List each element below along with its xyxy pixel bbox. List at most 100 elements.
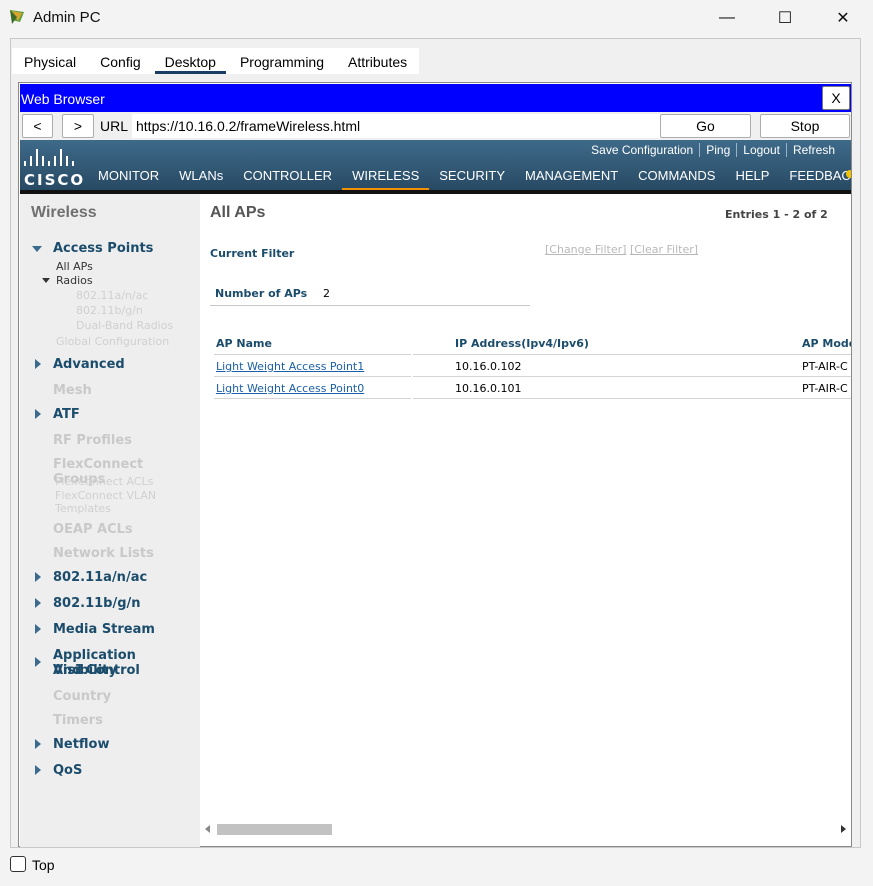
sidebar-item-advanced[interactable]: Advanced [53,357,125,372]
row-divider [214,376,411,377]
horizontal-scrollbar[interactable] [200,821,851,838]
collapsed-icon [35,598,41,608]
forward-button[interactable]: > [62,114,94,138]
collapsed-icon [35,572,41,582]
sidebar-item-flexconnect-acls[interactable]: FlexConnect ACLs [55,475,153,488]
column-header-ap-name: AP Name [216,337,272,350]
tab-attributes[interactable]: Attributes [336,48,419,74]
url-input[interactable]: https://10.16.0.2/frameWireless.html [132,114,672,138]
cisco-logo: CISCO [24,144,90,189]
back-button[interactable]: < [22,114,53,138]
sidebar-item-timers[interactable]: Timers [53,713,103,728]
sidebar-item-rf-profiles[interactable]: RF Profiles [53,433,132,448]
current-filter-label: Current Filter [210,247,295,260]
maximize-button[interactable]: ☐ [756,0,814,36]
sidebar-item-netflow[interactable]: Netflow [53,737,110,752]
sidebar-item-global-config[interactable]: Global Configuration [56,335,169,348]
status-dot-icon [846,170,851,178]
cisco-logo-bars-icon [24,144,90,166]
collapsed-icon [35,624,41,634]
sidebar-item-dual-band[interactable]: Dual-Band Radios [76,319,173,332]
radios-expanded-icon [42,278,50,283]
cisco-logo-text: CISCO [24,171,86,189]
sidebar-item-oeap-acls[interactable]: OEAP ACLs [53,522,133,537]
row-divider [413,376,851,377]
page-title: All APs [210,204,266,221]
tab-programming[interactable]: Programming [228,48,336,74]
entries-count: Entries 1 - 2 of 2 [725,208,828,221]
collapsed-icon [35,409,41,419]
header-divider [214,354,411,355]
app-icon [10,10,24,24]
scroll-right-icon[interactable] [841,825,846,833]
close-icon: ✕ [836,10,850,27]
web-browser-title: Web Browser [20,84,851,112]
sidebar-item-access-points[interactable]: Access Points [53,241,153,256]
menu-wlans[interactable]: WLANs [169,168,233,190]
ap-name-link[interactable]: Light Weight Access Point1 [216,360,364,373]
filter-links: [Change Filter] [Clear Filter] [545,243,698,256]
window-titlebar: Admin PC — ☐ ✕ [0,0,873,36]
ap-ip: 10.16.0.101 [455,382,522,395]
sidebar-item-80211anac[interactable]: 802.11a/n/ac [53,570,147,585]
menu-wireless[interactable]: WIRELESS [342,168,430,190]
sidebar-item-radios[interactable]: Radios [56,274,93,287]
menu-feedback[interactable]: FEEDBACK [779,168,851,190]
menu-security[interactable]: SECURITY [429,168,515,190]
number-of-aps-row: Number of APs 2 [210,280,530,306]
main-menu: MONITOR WLANs CONTROLLER WIRELESS SECURI… [88,168,851,190]
sidebar-item-80211bgn[interactable]: 802.11b/g/n [53,596,141,611]
sidebar-item-radio-bgn[interactable]: 802.11b/g/n [76,304,143,317]
sidebar-item-media-stream[interactable]: Media Stream [53,622,155,637]
column-header-ap-model: AP Mode [802,337,851,350]
go-button[interactable]: Go [660,114,751,138]
menu-management[interactable]: MANAGEMENT [515,168,628,190]
row-divider [413,398,851,399]
sidebar-item-templates[interactable]: Templates [55,502,111,515]
ap-model: PT-AIR-C [802,360,848,373]
menu-monitor[interactable]: MONITOR [88,168,169,190]
menu-commands[interactable]: COMMANDS [628,168,725,190]
scrollbar-thumb[interactable] [217,824,332,835]
change-filter-link[interactable]: [Change Filter] [545,243,626,256]
menu-controller[interactable]: CONTROLLER [233,168,342,190]
utility-links: Save Configuration Ping Logout Refresh [585,143,841,157]
tab-config[interactable]: Config [88,48,152,74]
sidebar-item-all-aps[interactable]: All APs [56,260,93,273]
number-of-aps-value: 2 [323,287,330,300]
sidebar-item-flexconnect-vlan[interactable]: FlexConnect VLAN [55,489,156,502]
scroll-left-icon[interactable] [205,825,210,833]
row-divider [214,398,411,399]
tab-physical[interactable]: Physical [12,48,88,74]
maximize-icon: ☐ [777,10,793,27]
sidebar-item-mesh[interactable]: Mesh [53,383,92,398]
save-configuration-link[interactable]: Save Configuration [585,143,699,157]
window-title: Admin PC [33,9,101,26]
minimize-icon: — [719,9,735,26]
ap-name-link[interactable]: Light Weight Access Point0 [216,382,364,395]
ap-model: PT-AIR-C [802,382,848,395]
top-checkbox-label: Top [32,857,55,873]
sidebar-item-country[interactable]: Country [53,689,111,704]
minimize-button[interactable]: — [698,0,756,36]
top-checkbox[interactable] [10,856,26,872]
sidebar-item-atf[interactable]: ATF [53,407,80,422]
sidebar-item-network-lists[interactable]: Network Lists [53,546,154,561]
collapsed-icon [35,765,41,775]
tab-desktop[interactable]: Desktop [153,48,228,74]
sidebar-item-app-visibility-line2[interactable]: And Control [53,663,140,678]
collapsed-icon [35,739,41,749]
ping-link[interactable]: Ping [699,143,736,157]
stop-button[interactable]: Stop [760,114,850,138]
logout-link[interactable]: Logout [736,143,786,157]
browser-close-button[interactable]: X [822,86,850,110]
browser-nav-bar: < > URL https://10.16.0.2/frameWireless.… [20,112,851,140]
menu-help[interactable]: HELP [725,168,779,190]
header-divider [413,354,851,355]
close-button[interactable]: ✕ [814,0,872,36]
sidebar-item-qos[interactable]: QoS [53,763,82,778]
refresh-link[interactable]: Refresh [785,143,841,157]
sidebar-item-radio-anac[interactable]: 802.11a/n/ac [76,289,148,302]
clear-filter-link[interactable]: [Clear Filter] [630,243,698,256]
collapsed-icon [35,657,41,667]
